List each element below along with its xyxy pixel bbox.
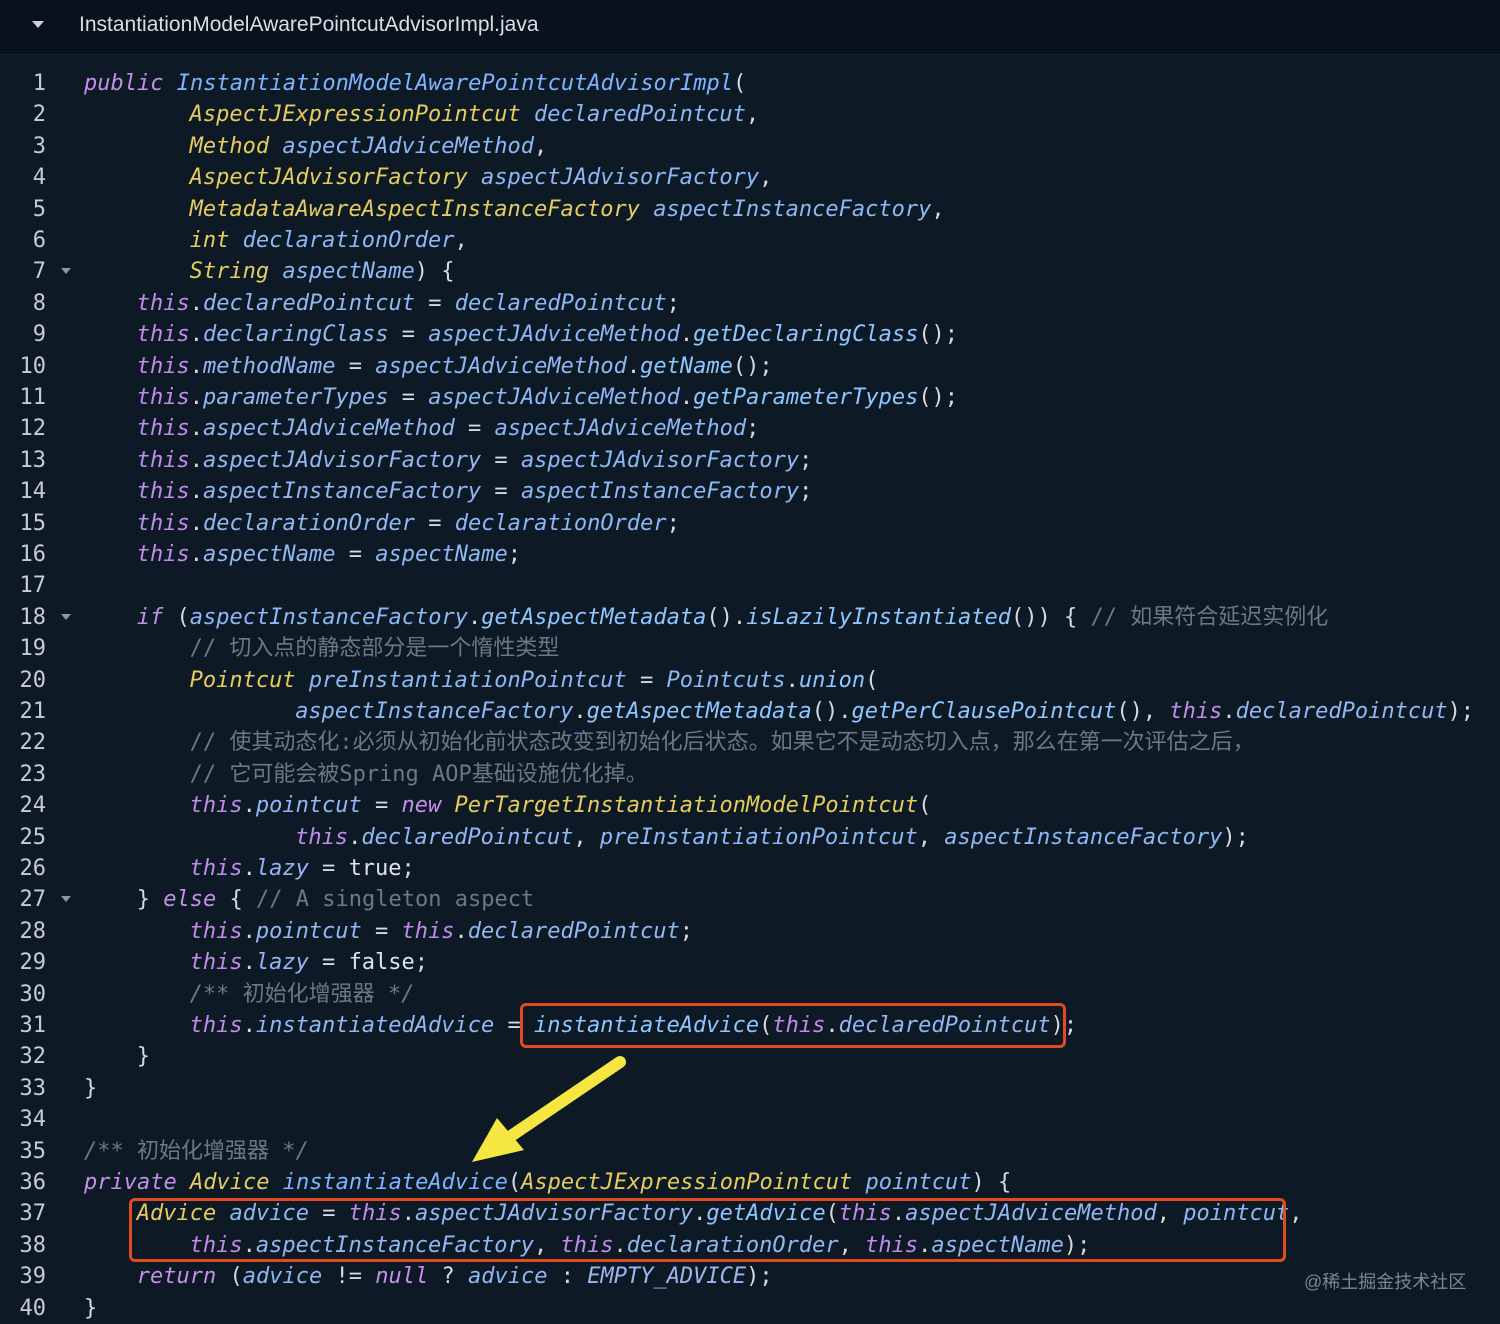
arrow-down-left-icon (472, 1056, 626, 1162)
watermark: @稀土掘金技术社区 (1304, 1272, 1467, 1292)
